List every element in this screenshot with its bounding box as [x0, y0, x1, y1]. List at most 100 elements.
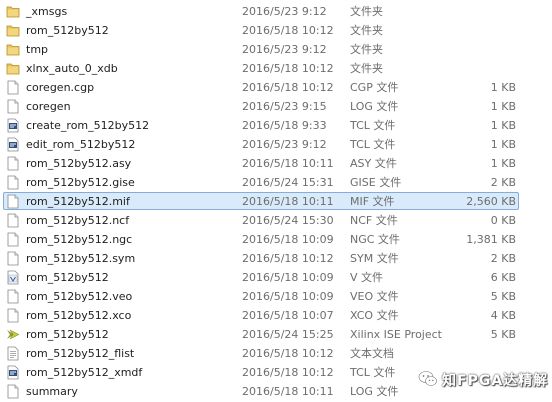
file-size: 6 KB — [490, 271, 516, 284]
file-name: tmp — [26, 43, 49, 56]
file-type: LOG 文件 — [350, 385, 399, 398]
file-row[interactable]: rom_512by512.gise 2016/5/24 15:31 GISE 文件 2… — [0, 173, 552, 192]
tcl-icon — [7, 365, 19, 380]
file-icon — [7, 308, 19, 323]
file-date-modified: 2016/5/18 9:33 — [242, 119, 327, 132]
file-row[interactable]: rom_512by512 2016/5/24 15:25 Xilinx ISE Pr… — [0, 325, 552, 344]
file-type: 文件夹 — [350, 62, 383, 75]
file-date-modified: 2016/5/23 9:12 — [242, 138, 327, 151]
file-date-modified: 2016/5/18 10:12 — [242, 252, 334, 265]
file-row[interactable]: rom_512by512.asy 2016/5/18 10:11 ASY 文件 1 K… — [0, 154, 552, 173]
file-row[interactable]: rom_512by512_flist 2016/5/18 10:12 文本文档 — [0, 344, 552, 363]
file-type: CGP 文件 — [350, 81, 399, 94]
file-row[interactable]: rom_512by512.mif 2016/5/18 10:11 MIF 文件 2,5… — [0, 192, 552, 211]
file-name: rom_512by512.ngc — [26, 233, 133, 246]
file-type: Xilinx ISE Project — [350, 328, 442, 341]
file-size: 4 KB — [490, 309, 516, 322]
file-size: 2 KB — [490, 252, 516, 265]
file-name: edit_rom_512by512 — [26, 138, 136, 151]
file-size: 5 KB — [490, 290, 516, 303]
file-icon — [7, 251, 19, 266]
file-icon — [7, 99, 19, 114]
file-name: coregen.cgp — [26, 81, 95, 94]
file-type: 文件夹 — [350, 24, 383, 37]
file-row[interactable]: _xmsgs 2016/5/23 9:12 文件夹 — [0, 2, 552, 21]
file-row[interactable]: edit_rom_512by512 2016/5/23 9:12 TCL 文件 1 K… — [0, 135, 552, 154]
xilinx-project-icon — [7, 329, 20, 340]
file-name: rom_512by512.xco — [26, 309, 132, 322]
file-row[interactable]: xlnx_auto_0_xdb 2016/5/18 10:12 文件夹 — [0, 59, 552, 78]
file-row[interactable]: rom_512by512 2016/5/18 10:12 文件夹 — [0, 21, 552, 40]
file-size: 0 KB — [490, 214, 516, 227]
file-name: rom_512by512 — [26, 271, 109, 284]
watermark: 知FPGA达精解 — [414, 364, 550, 394]
file-size: 1 KB — [490, 138, 516, 151]
file-row[interactable]: coregen 2016/5/23 9:15 LOG 文件 1 KB — [0, 97, 552, 116]
file-date-modified: 2016/5/23 9:12 — [242, 5, 327, 18]
file-row[interactable]: rom_512by512.veo 2016/5/18 10:09 VEO 文件 5 K… — [0, 287, 552, 306]
file-type: LOG 文件 — [350, 100, 399, 113]
folder-icon — [6, 25, 20, 37]
file-type: TCL 文件 — [350, 366, 396, 379]
v-file-icon — [7, 270, 19, 285]
file-row[interactable]: rom_512by512.xco 2016/5/18 10:07 XCO 文件 4 K… — [0, 306, 552, 325]
file-date-modified: 2016/5/18 10:12 — [242, 24, 334, 37]
file-type: NCF 文件 — [350, 214, 398, 227]
file-size: 1 KB — [490, 100, 516, 113]
file-icon — [7, 289, 19, 304]
file-type: NGC 文件 — [350, 233, 400, 246]
file-name: rom_512by512 — [26, 328, 109, 341]
file-name: summary — [26, 385, 78, 398]
file-date-modified: 2016/5/23 9:15 — [242, 100, 327, 113]
file-type: XCO 文件 — [350, 309, 399, 322]
file-date-modified: 2016/5/18 10:11 — [242, 195, 334, 208]
file-type: 文件夹 — [350, 43, 383, 56]
file-list: _xmsgs 2016/5/23 9:12 文件夹 rom_512by512 2016/… — [0, 0, 552, 402]
file-icon — [7, 232, 19, 247]
watermark-text: 知FPGA达精解 — [442, 373, 549, 389]
file-date-modified: 2016/5/18 10:11 — [242, 157, 334, 170]
file-name: rom_512by512.ncf — [26, 214, 130, 227]
file-name: rom_512by512.gise — [26, 176, 135, 189]
file-date-modified: 2016/5/18 10:12 — [242, 366, 334, 379]
file-name: rom_512by512.sym — [26, 252, 136, 265]
file-date-modified: 2016/5/18 10:12 — [242, 347, 334, 360]
file-date-modified: 2016/5/24 15:30 — [242, 214, 334, 227]
file-type: SYM 文件 — [350, 252, 399, 265]
folder-icon — [6, 44, 20, 56]
file-name: _xmsgs — [26, 5, 68, 18]
file-row[interactable]: create_rom_512by512 2016/5/18 9:33 TCL 文件 1… — [0, 116, 552, 135]
tcl-icon — [7, 118, 19, 133]
file-type: TCL 文件 — [350, 119, 396, 132]
file-type: 文件夹 — [350, 5, 383, 18]
file-type: MIF 文件 — [350, 195, 395, 208]
file-row[interactable]: coregen.cgp 2016/5/18 10:12 CGP 文件 1 KB — [0, 78, 552, 97]
wechat-logo-icon — [418, 370, 437, 386]
file-icon — [7, 175, 19, 190]
file-name: create_rom_512by512 — [26, 119, 150, 132]
file-size: 1 KB — [490, 157, 516, 170]
file-icon — [7, 194, 19, 209]
file-date-modified: 2016/5/18 10:09 — [242, 290, 334, 303]
file-size: 2 KB — [490, 176, 516, 189]
file-name: xlnx_auto_0_xdb — [26, 62, 118, 75]
file-date-modified: 2016/5/23 9:12 — [242, 43, 327, 56]
file-date-modified: 2016/5/18 10:09 — [242, 271, 334, 284]
file-date-modified: 2016/5/18 10:12 — [242, 62, 334, 75]
file-row[interactable]: tmp 2016/5/23 9:12 文件夹 — [0, 40, 552, 59]
file-date-modified: 2016/5/18 10:11 — [242, 385, 334, 398]
file-row[interactable]: rom_512by512.ngc 2016/5/18 10:09 NGC 文件 1,3… — [0, 230, 552, 249]
file-icon — [7, 384, 19, 399]
file-row[interactable]: rom_512by512.sym 2016/5/18 10:12 SYM 文件 2 K… — [0, 249, 552, 268]
file-size: 2,560 KB — [466, 195, 516, 208]
file-size: 1 KB — [490, 81, 516, 94]
file-row[interactable]: rom_512by512.ncf 2016/5/24 15:30 NCF 文件 0 K… — [0, 211, 552, 230]
file-row[interactable]: rom_512by512 2016/5/18 10:09 V 文件 6 KB — [0, 268, 552, 287]
file-type: TCL 文件 — [350, 138, 396, 151]
file-name: rom_512by512.mif — [26, 195, 130, 208]
file-type: ASY 文件 — [350, 157, 397, 170]
file-size: 1 KB — [490, 119, 516, 132]
file-date-modified: 2016/5/18 10:07 — [242, 309, 334, 322]
folder-icon — [6, 63, 20, 75]
file-type: GISE 文件 — [350, 176, 402, 189]
